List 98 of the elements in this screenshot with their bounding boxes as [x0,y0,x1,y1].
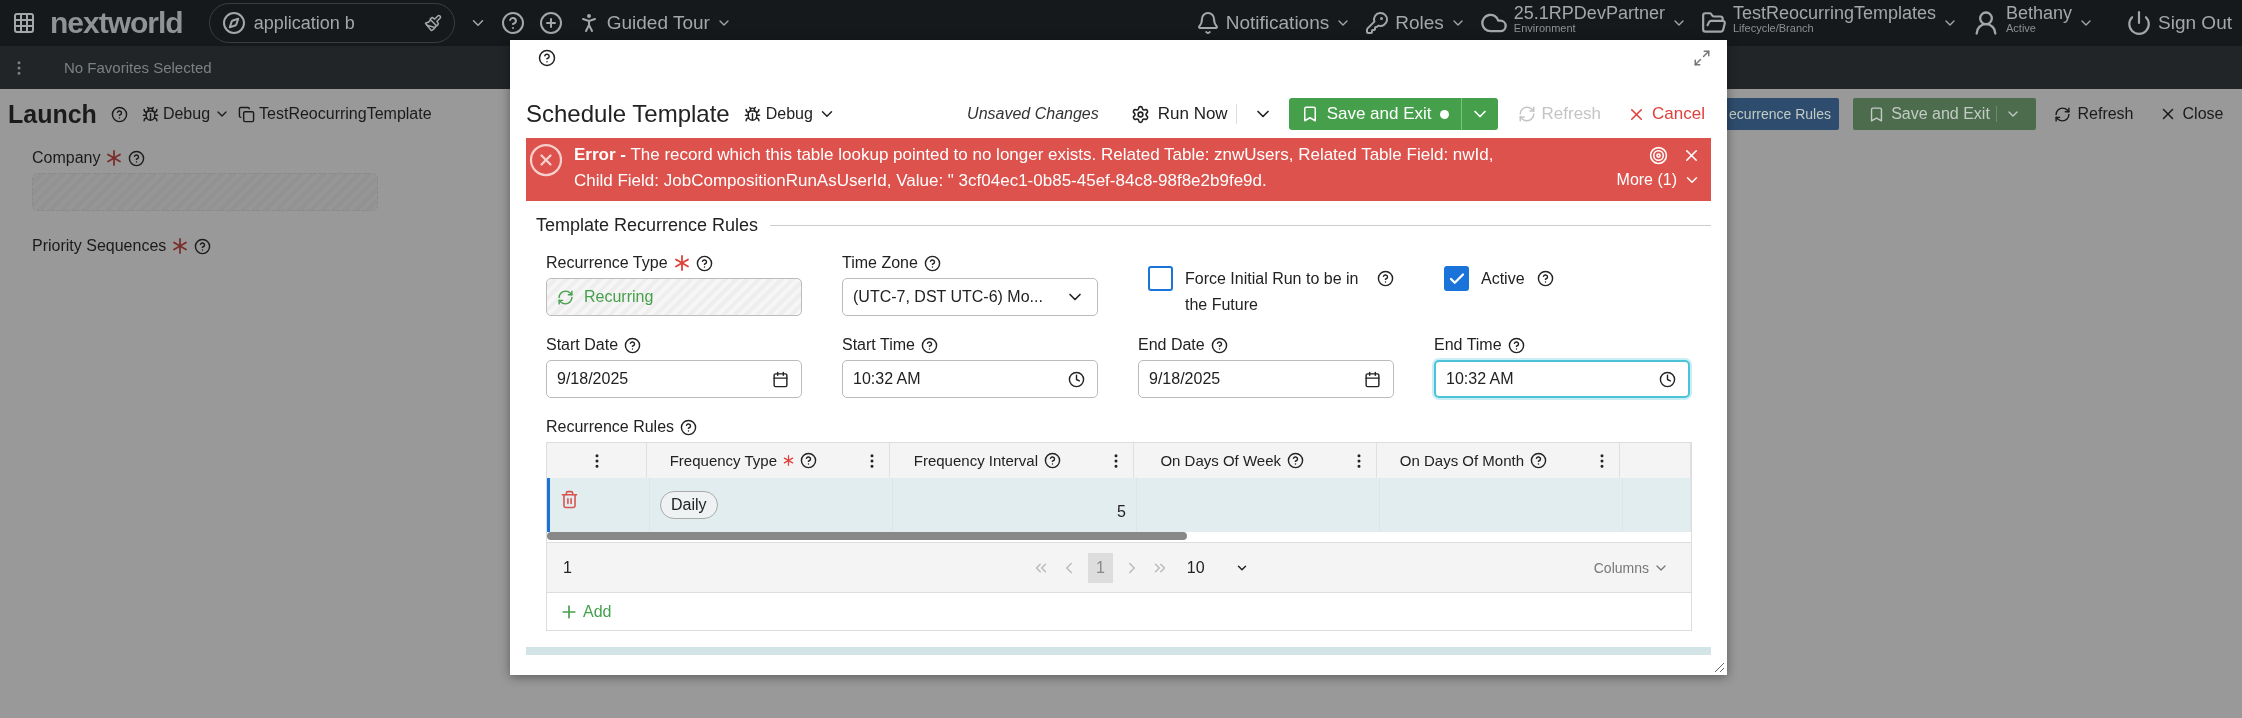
lifecycle-menu[interactable]: TestReocurringTemplates [1732,4,1936,22]
compass-icon [221,11,246,35]
help-icon[interactable] [680,418,698,436]
more-button[interactable]: More (1) [1616,171,1701,189]
clock-icon[interactable] [1659,370,1676,388]
help-icon[interactable] [194,237,212,255]
time-field[interactable]: 10:32 AM [1434,360,1690,398]
app-grid-icon[interactable] [12,11,36,35]
expand-icon[interactable] [1693,49,1711,67]
help-icon[interactable] [538,49,556,67]
refresh-button[interactable]: Refresh [2050,98,2138,130]
close-button[interactable]: Close [2152,98,2230,130]
favorites-text: No Favorites Selected [64,59,212,76]
guided-tour-menu[interactable]: Guided Tour [576,11,732,35]
environment-menu[interactable]: 25.1RPDevPartner [1513,4,1665,22]
scrollbar-thumb[interactable] [547,532,1187,540]
checkbox-label: Active [1481,269,1525,289]
bell-icon [1195,11,1220,35]
help-icon[interactable] [800,452,817,469]
cancel-button[interactable]: Cancel [1621,104,1711,124]
lifecycle-caption: Lifecycle/Branch [1732,23,1814,34]
field-label: Priority Sequences [32,237,167,255]
help-icon[interactable] [1377,270,1394,287]
run-now-button[interactable]: Run Now [1122,104,1237,124]
power-icon [2126,10,2153,36]
record-link[interactable]: TestReocurringTemplate [238,105,432,123]
section-title: Template Recurrence Rules [536,215,759,236]
column-header[interactable]: On Days Of Month [1377,443,1620,478]
help-icon[interactable] [500,11,525,35]
checkbox[interactable] [1444,266,1469,291]
recurring-icon [557,288,574,306]
help-icon[interactable] [110,105,128,123]
row-count: 1 [563,558,572,577]
folder-icon [1700,10,1727,36]
debug-menu[interactable]: Debug [743,105,836,123]
field-label: Start Date [546,336,619,354]
key-icon [1365,11,1390,35]
table-row[interactable]: Daily 5 [547,478,1691,532]
checkbox[interactable] [1148,266,1173,291]
checkbox-label: Force Initial Run to be in the Future [1185,269,1360,315]
resize-handle-icon[interactable] [1713,661,1725,673]
unsaved-status: Unsaved Changes [967,105,1099,123]
time-field[interactable]: 10:32 AM [842,360,1098,398]
target-icon[interactable] [1649,146,1668,165]
help-icon[interactable] [1530,452,1547,469]
column-header[interactable]: On Days Of Week [1134,443,1377,478]
field-label: Company [32,149,101,167]
help-icon[interactable] [1287,452,1304,469]
dialog-title: Schedule Template [526,100,730,128]
help-icon[interactable] [128,149,146,167]
sign-out-button[interactable]: Sign Out [2126,10,2232,36]
table-label: Recurrence Rules [546,418,675,436]
user-status: Active [2006,23,2036,34]
debug-menu[interactable]: Debug [141,105,231,123]
help-icon[interactable] [695,254,713,272]
refresh-icon [2054,105,2072,123]
refresh-icon [1517,105,1536,123]
copy-icon [238,105,256,123]
environment-caption: Environment [1513,23,1577,34]
date-field[interactable]: 9/18/2025 [546,360,802,398]
brush-icon[interactable] [423,14,442,32]
scrollbar[interactable] [526,647,1711,655]
error-message: Error - The record which this table lookup pointed to no longer exists. Related Table: znwUsers, Related Table Field: nwId, Child Field: JobCompositionRunAsUserId, Value: " 3cf04ec1-0b85-45ef-84c8-98f8e2b9fe9d. [574,144,1495,192]
recurrence-type-field: Recurring [546,278,802,316]
notifications-menu[interactable]: Notifications [1195,11,1352,35]
gear-icon [1130,104,1150,124]
bug-icon [743,105,761,123]
help-icon[interactable] [1044,452,1061,469]
help-icon[interactable] [624,336,642,354]
field-label: Time Zone [842,254,918,272]
trash-icon[interactable] [560,490,579,509]
add-icon[interactable] [538,11,563,35]
help-icon[interactable] [920,336,938,354]
frequency-type-tag: Daily [660,491,718,519]
roles-menu[interactable]: Roles [1365,11,1466,35]
calendar-icon[interactable] [1364,370,1381,388]
calendar-icon[interactable] [772,370,789,388]
page-title: Launch [8,99,97,129]
page-size-select[interactable]: 10 [1186,558,1249,577]
time-zone-select[interactable]: (UTC-7, DST UTC-6) Mo... [842,278,1098,316]
help-icon[interactable] [1536,270,1554,287]
user-name[interactable]: Bethany [2006,4,2073,22]
error-icon [528,142,564,178]
clock-icon[interactable] [1068,370,1085,388]
field-label: Recurrence Type [546,254,668,272]
column-header[interactable]: Frequency Interval [890,443,1134,478]
field-label: End Time [1434,336,1502,354]
save-and-exit-button[interactable]: Save and Exit [1853,98,2036,130]
field-label: Start Time [842,336,915,354]
column-header[interactable]: Frequency Type [647,443,890,478]
logo[interactable]: nextworld [50,6,183,40]
help-icon[interactable] [923,254,941,272]
field-label: End Date [1138,336,1205,354]
help-icon[interactable] [1210,336,1228,354]
help-icon[interactable] [1507,336,1525,354]
bug-icon [141,105,159,123]
date-field[interactable]: 9/18/2025 [1138,360,1394,398]
columns-button[interactable]: Columns [1587,558,1675,577]
